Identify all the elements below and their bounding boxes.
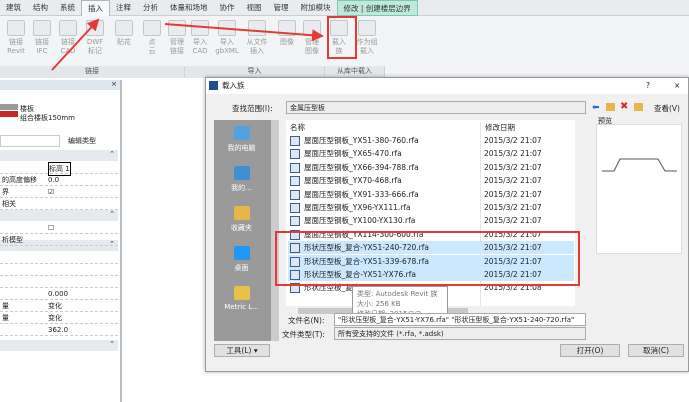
arrow-to-load-family — [164, 23, 324, 42]
arrow-to-insert-tab — [51, 18, 100, 71]
annotation-arrows — [51, 18, 324, 71]
